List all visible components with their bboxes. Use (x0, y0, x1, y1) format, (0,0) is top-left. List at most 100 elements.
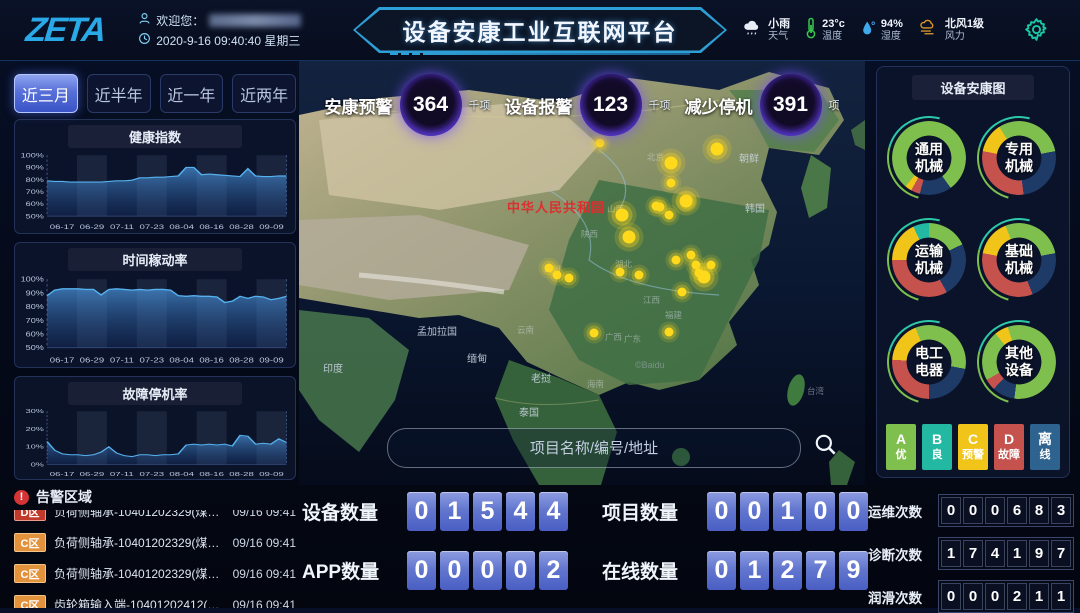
legend-grade-a[interactable]: A优 (886, 424, 916, 470)
zone-badge: D区 (14, 510, 46, 521)
ring-other-equipment[interactable]: 其他设备 (977, 320, 1061, 404)
svg-text:08-16: 08-16 (199, 356, 224, 365)
legend-grade-b[interactable]: B良 (922, 424, 952, 470)
digit-counter: 000683 (938, 494, 1074, 527)
map-marker[interactable] (683, 198, 692, 207)
alarm-list-item[interactable]: C区 齿轮箱输入端-10401202412(2#（2V）... 09/16 09… (14, 589, 296, 608)
svg-text:08-28: 08-28 (229, 356, 254, 365)
svg-text:100%: 100% (21, 276, 44, 284)
map-marker[interactable] (545, 264, 554, 273)
svg-text:90%: 90% (26, 289, 44, 297)
svg-text:60%: 60% (26, 201, 44, 208)
clock-icon (138, 32, 151, 48)
svg-text:20%: 20% (26, 426, 45, 432)
wind-icon (918, 18, 940, 41)
map-marker[interactable] (665, 328, 674, 337)
svg-text:100%: 100% (21, 152, 44, 159)
time-range-tabs: 近三月 近半年 近一年 近两年 (14, 74, 296, 113)
ops-count-row: 运维次数 000683 (868, 494, 1074, 527)
tab-recent-3-months[interactable]: 近三月 (14, 74, 78, 113)
alarm-list[interactable]: D区 负荷侧轴承-10401202329(煤气引风机电... 09/16 09:… (14, 510, 296, 608)
map-marker[interactable] (596, 139, 605, 148)
svg-text:30%: 30% (26, 408, 45, 414)
map-marker[interactable] (665, 157, 678, 170)
kpi-reduced-downtime: 减少停机 391 项 (685, 74, 840, 136)
tab-recent-6-months[interactable]: 近半年 (87, 74, 151, 113)
settings-gear-icon[interactable] (1023, 16, 1050, 48)
svg-text:09-09: 09-09 (259, 471, 284, 477)
svg-text:08-04: 08-04 (169, 471, 194, 477)
svg-text:50%: 50% (26, 213, 44, 220)
map-marker[interactable] (665, 211, 674, 220)
legend-offline[interactable]: 离线 (1030, 424, 1060, 470)
fault-downtime-chart: 30%20%10%0%06-1706-2907-1107-2308-0408-1… (15, 405, 295, 481)
map-marker[interactable] (616, 268, 625, 277)
alarm-list-item[interactable]: D区 负荷侧轴承-10401202329(煤气引风机电... 09/16 09:… (14, 510, 296, 527)
map-marker[interactable] (698, 271, 711, 284)
alarm-warning-icon: ! (14, 490, 29, 505)
svg-text:07-11: 07-11 (110, 356, 134, 365)
map-marker[interactable] (616, 209, 629, 222)
weather-item: 小雨天气 (741, 18, 790, 43)
digit-counter: 01544 (407, 492, 568, 531)
map-marker[interactable] (565, 274, 574, 283)
svg-text:06-17: 06-17 (50, 224, 75, 231)
health-index-chart: 100%90%80%70%60%50%06-1706-2907-1107-230… (15, 148, 295, 235)
svg-text:07-23: 07-23 (140, 356, 165, 365)
map-marker[interactable] (707, 261, 716, 270)
map-marker[interactable] (678, 288, 687, 297)
digit-counter: 174197 (938, 537, 1074, 570)
health-index-chart-panel: 健康指数 100%90%80%70%60%50%06-1706-2907-110… (14, 119, 296, 234)
map-marker[interactable] (635, 271, 644, 280)
diagnosis-count-row: 诊断次数 174197 (868, 537, 1074, 570)
thermometer-icon (805, 17, 817, 44)
ring-general-machinery[interactable]: 通用机械 (887, 116, 971, 200)
svg-text:06-29: 06-29 (80, 224, 105, 231)
china-satellite-map[interactable]: 中华人民共和国朝鲜韩国孟加拉国印度缅甸老挝泰国台湾北京山西陕西四川湖北江西福建云… (299, 60, 865, 485)
alarm-list-item[interactable]: C区 负荷侧轴承-10401202329(煤气引风机电... 09/16 09:… (14, 558, 296, 589)
platform-title-badge: 设备安康工业互联网平台 (353, 7, 727, 53)
weather-item: 北风1级风力 (918, 18, 984, 42)
weather-item: 94%湿度 (860, 18, 903, 43)
svg-text:06-29: 06-29 (80, 471, 105, 477)
side-counters: 运维次数 000683 诊断次数 174197 润滑次数 000211 (868, 494, 1074, 613)
map-marker[interactable] (672, 256, 681, 265)
map-marker[interactable] (652, 202, 661, 211)
map-marker[interactable] (667, 179, 676, 188)
legend-grade-d[interactable]: D故障 (994, 424, 1024, 470)
tab-recent-2-years[interactable]: 近两年 (232, 74, 296, 113)
search-icon[interactable] (813, 432, 839, 463)
map-marker[interactable] (623, 231, 636, 244)
ring-special-machinery[interactable]: 专用机械 (977, 116, 1061, 200)
legend-grade-c[interactable]: C预警 (958, 424, 988, 470)
digit-counter: 00002 (407, 551, 568, 590)
tab-recent-1-year[interactable]: 近一年 (160, 74, 224, 113)
map-marker[interactable] (553, 271, 562, 280)
humidity-drop-icon (860, 18, 876, 43)
map-marker[interactable] (590, 329, 599, 338)
zone-badge: C区 (14, 533, 46, 552)
alarm-list-item[interactable]: C区 负荷侧轴承-10401202329(煤气引风机电... 09/16 09:… (14, 527, 296, 558)
svg-text:90%: 90% (26, 164, 44, 171)
svg-text:08-28: 08-28 (229, 471, 254, 477)
alarm-area: ! 告警区域 D区 负荷侧轴承-10401202329(煤气引风机电... 09… (14, 486, 296, 608)
svg-text:80%: 80% (26, 303, 44, 311)
ring-transport-machinery[interactable]: 运输机械 (887, 218, 971, 302)
device-count-stat: 设备数量 01544 (302, 492, 568, 531)
svg-text:0%: 0% (31, 461, 45, 467)
search-input[interactable] (388, 439, 800, 458)
chart-title: 故障停机率 (68, 382, 242, 405)
svg-text:06-17: 06-17 (50, 471, 75, 477)
map-marker[interactable] (711, 143, 724, 156)
alarm-area-title: 告警区域 (36, 487, 92, 507)
kpi-circle: 364 (400, 74, 462, 136)
svg-text:10%: 10% (26, 444, 45, 450)
kpi-circle: 391 (760, 74, 822, 136)
svg-text:08-16: 08-16 (199, 471, 224, 477)
fault-downtime-chart-panel: 故障停机率 30%20%10%0%06-1706-2907-1107-2308-… (14, 376, 296, 480)
map-marker[interactable] (687, 251, 696, 260)
svg-text:70%: 70% (26, 317, 44, 325)
svg-text:08-16: 08-16 (199, 224, 224, 231)
ring-electrical-equipment[interactable]: 电工电器 (887, 320, 971, 404)
ring-basic-machinery[interactable]: 基础机械 (977, 218, 1061, 302)
